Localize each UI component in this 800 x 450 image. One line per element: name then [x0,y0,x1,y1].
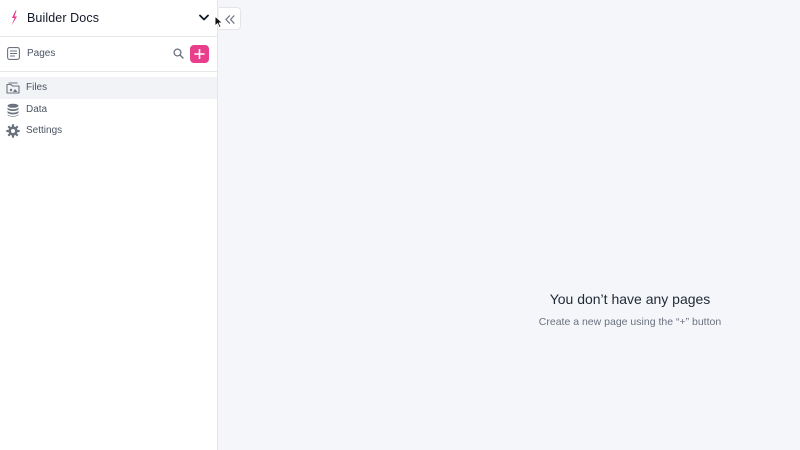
empty-state-subtitle: Create a new page using the “+” button [538,316,722,328]
sidebar-item-label: Data [26,104,48,115]
brand-logo-icon [11,10,17,26]
mouse-cursor-icon [214,15,224,29]
double-chevron-left-icon [225,15,235,24]
sidebar-item-label: Files [26,82,48,93]
sidebar-item-files[interactable]: Files [0,77,217,99]
add-page-button[interactable] [190,45,209,63]
gear-icon [6,124,20,138]
pages-section-header: Pages [0,37,218,72]
pages-label: Pages [27,48,56,59]
sidebar: Builder Docs Pages Files Data Settings [0,0,218,450]
app-window: Builder Docs Pages Files Data Settings Y… [0,0,800,450]
sidebar-item-label: Settings [26,125,63,136]
empty-state-title: You don’t have any pages [549,291,711,307]
search-icon[interactable] [173,48,184,59]
sidebar-item-settings[interactable]: Settings [0,120,217,142]
database-icon [7,103,19,117]
sidebar-item-data[interactable]: Data [0,99,217,121]
plus-icon [194,49,205,59]
files-icon [6,82,20,94]
chevron-down-icon[interactable] [199,14,209,22]
workspace-name: Builder Docs [27,11,100,25]
pages-icon [7,47,20,60]
workspace-switcher[interactable]: Builder Docs [0,0,218,37]
